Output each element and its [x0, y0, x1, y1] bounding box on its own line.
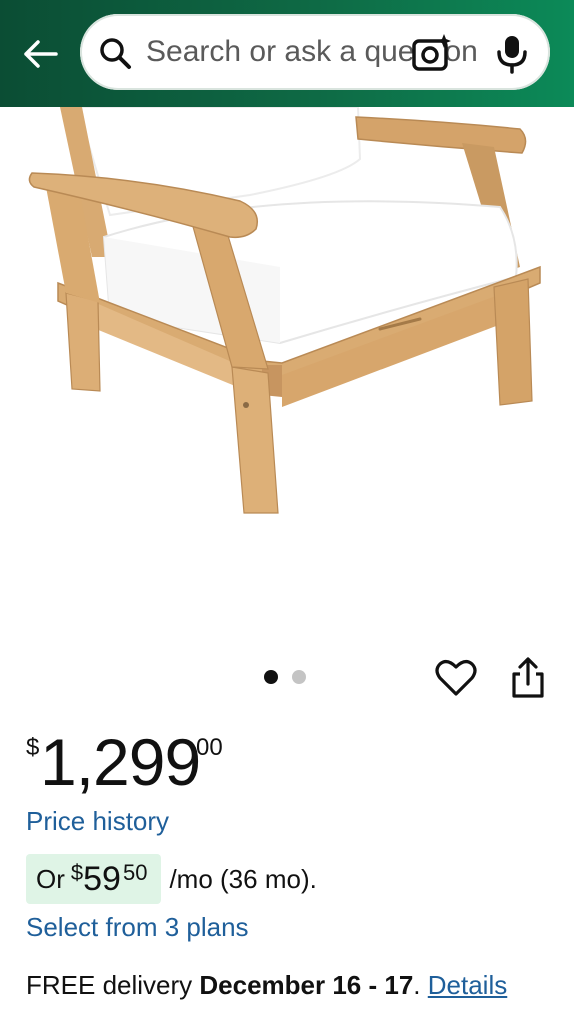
delivery-label: FREE delivery [26, 970, 193, 1000]
camera-sparkle-icon[interactable] [411, 32, 453, 74]
delivery-dates: December 16 - 17 [199, 970, 414, 1000]
share-icon [512, 657, 544, 698]
monthly-cents: 50 [122, 860, 148, 885]
monthly-dollars: 59 [83, 859, 121, 898]
price-dollars: 1,299 [40, 725, 201, 799]
share-button[interactable] [508, 656, 548, 700]
product-page: $ 1,299 00 Price history Or $ 59 50 /mo … [0, 0, 574, 1020]
favorite-button[interactable] [434, 656, 478, 700]
select-plans-link[interactable]: Select from 3 plans [26, 912, 249, 943]
delivery-separator: . [413, 970, 421, 1000]
microphone-icon[interactable] [494, 34, 530, 74]
price-cents: 00 [196, 734, 223, 761]
monthly-price-highlight: Or $ 59 50 [26, 854, 162, 904]
monthly-payment: Or $ 59 50 /mo (36 mo). [26, 854, 317, 904]
search-bar[interactable] [80, 14, 550, 90]
search-icon [100, 38, 131, 69]
arrow-left-icon [24, 40, 58, 68]
price-history-link[interactable]: Price history [26, 806, 169, 837]
back-button[interactable] [14, 32, 66, 76]
delivery-info: FREE delivery December 16 - 17. Details [26, 970, 507, 1001]
price-currency: $ [26, 734, 40, 761]
image-carousel-indicator [264, 670, 306, 684]
header-bar [0, 0, 574, 107]
monthly-prefix: Or [36, 863, 65, 894]
carousel-dot[interactable] [292, 670, 306, 684]
delivery-details-link[interactable]: Details [428, 970, 507, 1000]
monthly-currency: $ [70, 860, 84, 885]
heart-icon [435, 660, 477, 696]
product-image[interactable] [0, 107, 574, 647]
monthly-term: /mo (36 mo). [169, 863, 317, 894]
carousel-dot-active[interactable] [264, 670, 278, 684]
